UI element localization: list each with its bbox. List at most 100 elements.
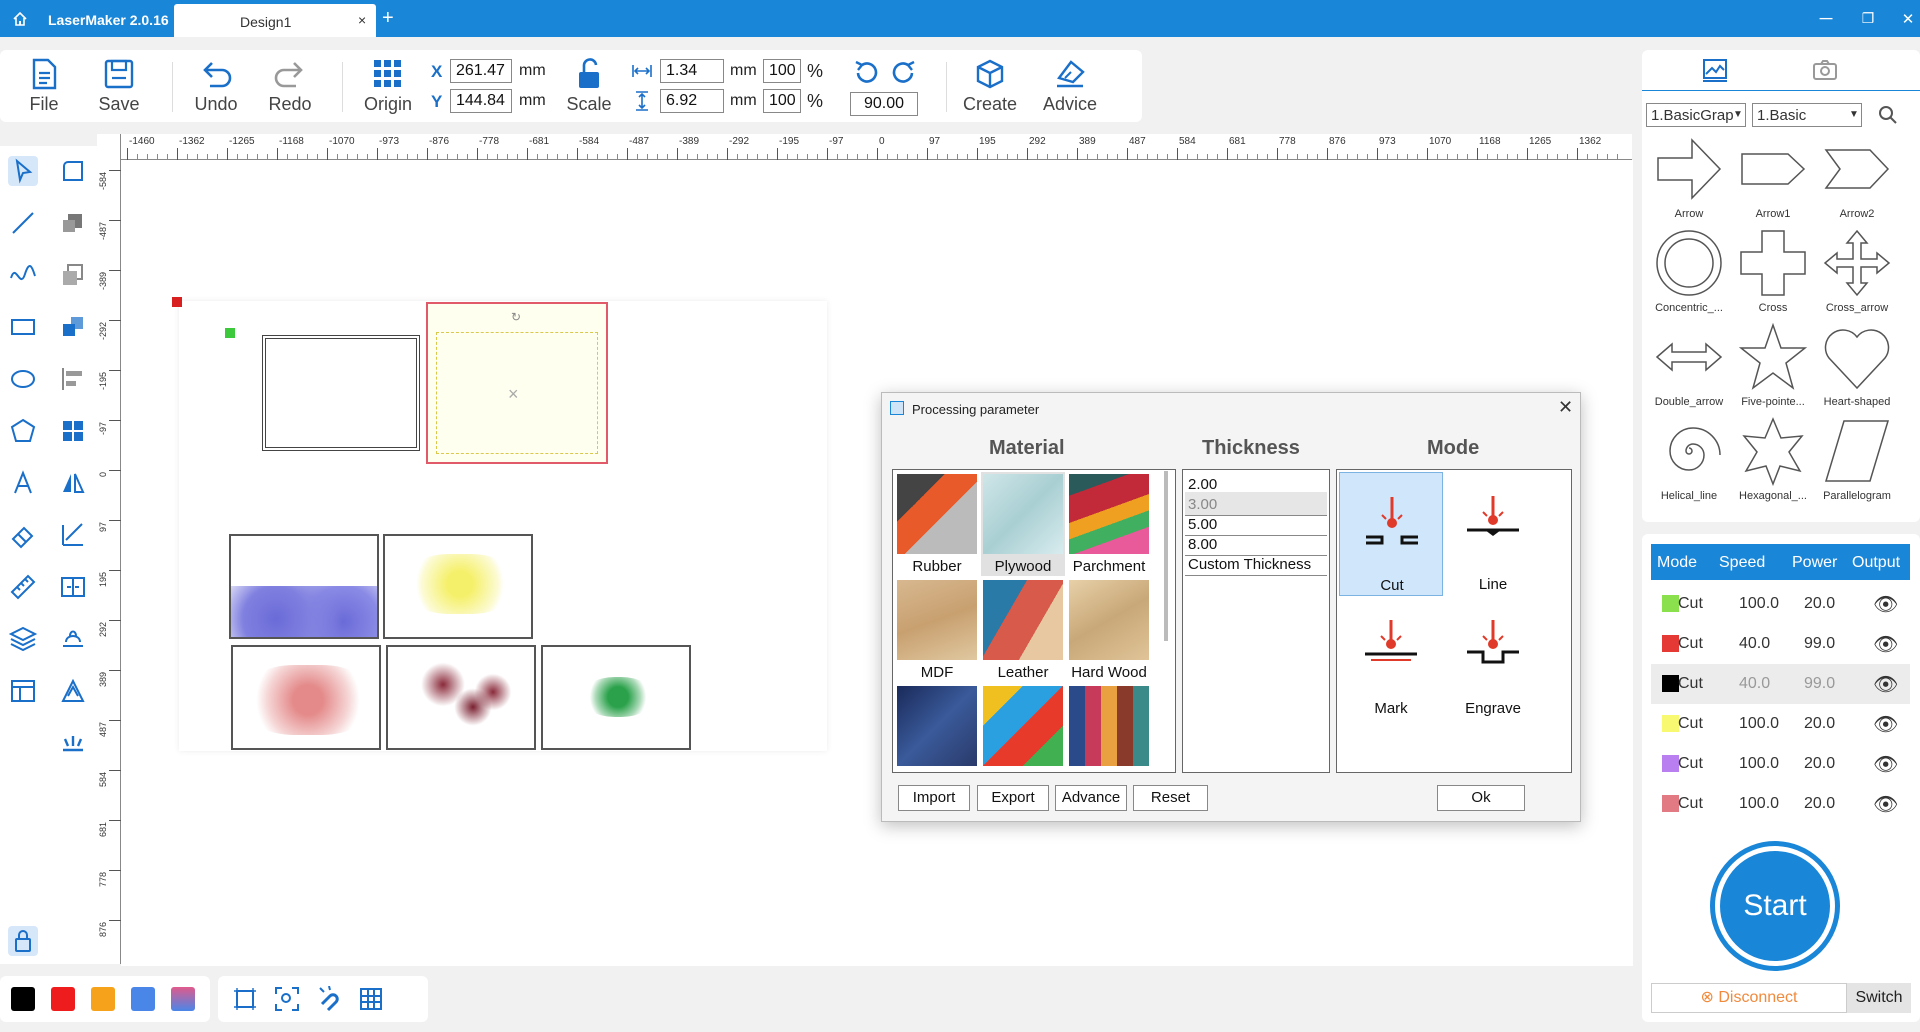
undo-button[interactable]: Undo	[184, 58, 248, 120]
shape-cross[interactable]: Cross	[1732, 228, 1814, 320]
category-select[interactable]: 1.BasicGrap	[1646, 103, 1746, 127]
layer-color-swatch[interactable]	[1662, 595, 1679, 612]
material-scrollbar[interactable]	[1164, 471, 1168, 641]
mode-engrave[interactable]: Engrave	[1441, 596, 1545, 720]
start-button[interactable]: Start	[1710, 841, 1840, 971]
shape-arrow1[interactable]: Arrow1	[1732, 134, 1814, 226]
shape-five-pointed-star[interactable]: Five-pointe...	[1732, 322, 1814, 414]
layer-color-swatch[interactable]	[1662, 635, 1679, 652]
material-rubber[interactable]: Rubber	[895, 472, 979, 576]
duplicate-icon[interactable]	[58, 260, 88, 290]
ellipse-tool-icon[interactable]	[8, 364, 38, 394]
image-frame[interactable]	[541, 645, 691, 750]
advice-button[interactable]: Advice	[1038, 58, 1102, 120]
material-parchment[interactable]: Parchment	[1067, 472, 1151, 576]
color-swatch[interactable]	[51, 987, 75, 1011]
thickness-option-custom[interactable]: Custom Thickness	[1185, 552, 1327, 576]
switch-button[interactable]: Switch	[1847, 983, 1911, 1013]
visibility-eye-icon[interactable]: 👁	[1873, 752, 1898, 777]
create-button[interactable]: Create	[958, 58, 1022, 120]
layer-color-swatch[interactable]	[1662, 675, 1679, 692]
material-hard-wood[interactable]: Hard Wood	[1067, 578, 1151, 682]
layer-row[interactable]: Cut 100.0 20.0 👁	[1651, 584, 1910, 624]
material-leather[interactable]: Leather	[981, 578, 1065, 682]
width-percent-input[interactable]	[763, 59, 801, 83]
selected-shape[interactable]: × ↻	[426, 302, 608, 464]
redo-button[interactable]: Redo	[258, 58, 322, 120]
color-swatch[interactable]	[11, 987, 35, 1011]
curve-tool-icon[interactable]	[8, 260, 38, 290]
origin-button[interactable]: Origin	[356, 58, 420, 120]
rectangle-tool-icon[interactable]	[8, 312, 38, 342]
visibility-eye-icon[interactable]: 👁	[1873, 592, 1898, 617]
visibility-eye-icon[interactable]: 👁	[1873, 672, 1898, 697]
import-button[interactable]: Import	[898, 785, 970, 811]
reset-button[interactable]: Reset	[1133, 785, 1208, 811]
shape-heart[interactable]: Heart-shaped	[1816, 322, 1898, 414]
array-icon[interactable]	[58, 416, 88, 446]
eraser-tool-icon[interactable]	[8, 520, 38, 550]
y-position-input[interactable]	[450, 89, 512, 113]
layers-tool-icon[interactable]	[8, 624, 38, 654]
visibility-eye-icon[interactable]: 👁	[1873, 712, 1898, 737]
document-tab[interactable]: Design1 ×	[174, 4, 376, 37]
rotate-ccw-icon[interactable]	[852, 59, 880, 87]
layer-mode[interactable]: Cut	[1678, 715, 1703, 733]
color-swatch[interactable]	[171, 987, 195, 1011]
image-tab-icon[interactable]	[1702, 58, 1728, 82]
shape-hexagonal-star[interactable]: Hexagonal_...	[1732, 416, 1814, 508]
color-swatch[interactable]	[91, 987, 115, 1011]
shape-cross-arrow[interactable]: Cross_arrow	[1816, 228, 1898, 320]
rotate-handle-icon[interactable]: ↻	[511, 310, 521, 324]
material-denim[interactable]	[895, 684, 979, 772]
layer-color-swatch[interactable]	[1662, 755, 1679, 772]
rotation-input[interactable]	[850, 92, 918, 116]
close-window-button[interactable]: ✕	[1896, 10, 1920, 28]
combine-icon[interactable]	[58, 312, 88, 342]
close-tab-icon[interactable]: ×	[358, 12, 366, 28]
home-icon[interactable]	[12, 11, 28, 27]
layer-color-swatch[interactable]	[1662, 795, 1679, 812]
image-frame[interactable]	[383, 534, 533, 639]
material-plywood[interactable]: Plywood	[981, 472, 1065, 576]
line-tool-icon[interactable]	[8, 208, 38, 238]
height-percent-input[interactable]	[763, 89, 801, 113]
advance-button[interactable]: Advance	[1055, 785, 1127, 811]
visibility-eye-icon[interactable]: 👁	[1873, 792, 1898, 817]
layer-mode[interactable]: Cut	[1678, 755, 1703, 773]
ok-button[interactable]: Ok	[1437, 785, 1525, 811]
layer-row[interactable]: Cut 100.0 20.0 👁	[1651, 784, 1910, 824]
layer-mode[interactable]: Cut	[1678, 595, 1703, 613]
dialog-close-icon[interactable]: ✕	[1558, 397, 1573, 418]
minimize-button[interactable]: ─	[1814, 8, 1838, 29]
image-frame[interactable]	[386, 645, 536, 750]
mirror-icon[interactable]	[58, 468, 88, 498]
mode-cut[interactable]: Cut	[1339, 472, 1443, 596]
shape-parallelogram[interactable]: Parallelogram	[1816, 416, 1898, 508]
arrange-icon[interactable]	[58, 208, 88, 238]
shape-arrow[interactable]: Arrow	[1648, 134, 1730, 226]
select-tool-icon[interactable]	[8, 156, 38, 186]
shape-double-arrow[interactable]: Double_arrow	[1648, 322, 1730, 414]
image-frame[interactable]	[231, 645, 381, 750]
shape-arrow2[interactable]: Arrow2	[1816, 134, 1898, 226]
layer-row[interactable]: Cut 40.0 99.0 👁	[1651, 664, 1910, 704]
black-rectangle[interactable]	[262, 335, 420, 451]
save-button[interactable]: Save	[87, 58, 151, 120]
mode-mark[interactable]: Mark	[1339, 596, 1443, 720]
maximize-button[interactable]: ❐	[1856, 10, 1880, 27]
layer-mode[interactable]: Cut	[1678, 795, 1703, 813]
image-frame[interactable]	[229, 534, 379, 639]
offset-tool-icon[interactable]	[58, 676, 88, 706]
polygon-tool-icon[interactable]	[8, 416, 38, 446]
mode-line[interactable]: Line	[1441, 472, 1545, 596]
shape-helical-line[interactable]: Helical_line	[1648, 416, 1730, 508]
rotate-cw-icon[interactable]	[890, 59, 918, 87]
magnet-icon[interactable]	[316, 986, 342, 1012]
node-edit-icon[interactable]	[58, 156, 88, 186]
new-tab-button[interactable]: +	[382, 7, 394, 30]
stamp-icon[interactable]	[58, 624, 88, 654]
align-icon[interactable]	[58, 364, 88, 394]
lock-icon[interactable]	[8, 926, 38, 956]
layer-row[interactable]: Cut 100.0 20.0 👁	[1651, 744, 1910, 784]
